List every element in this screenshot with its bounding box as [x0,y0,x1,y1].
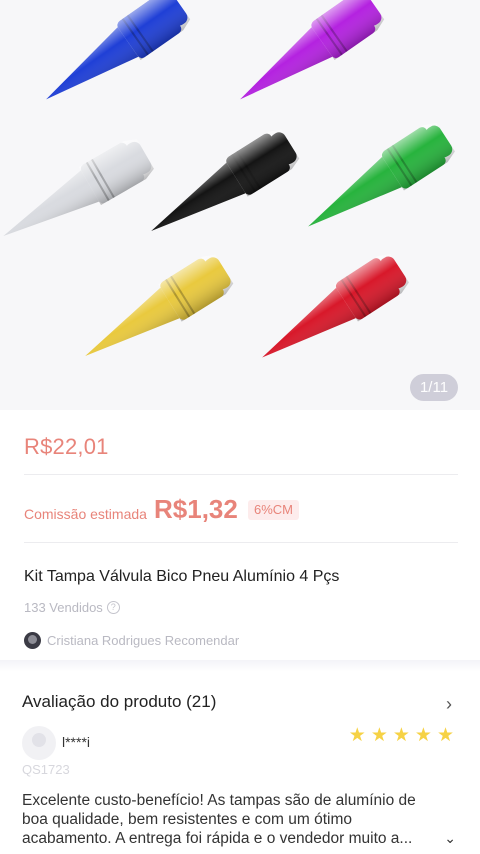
chevron-down-icon[interactable]: ⌄ [444,830,456,847]
image-pager: 1/11 [410,374,458,401]
star-icon: ★ [392,725,410,746]
reviewer-name: l****i [62,734,91,750]
divider [24,474,458,475]
review-sku: QS1723 [22,762,70,777]
review-text: Excelente custo-benefício! As tampas são… [22,792,416,847]
spike-red [262,253,409,358]
spike-purple [240,0,385,100]
recommender[interactable]: Cristiana Rodrigues Recomendar [24,632,239,649]
spike-gold [85,254,234,356]
star-icon: ★ [414,725,432,746]
recommender-text: Cristiana Rodrigues Recomendar [47,633,240,648]
product-price: R$22,01 [24,434,109,459]
review-heading[interactable]: Avaliação do produto (21) [22,692,216,712]
product-image [3,0,455,358]
question-circle-icon[interactable]: ? [106,601,120,614]
sold-count-text: 133 Vendidos [24,600,103,615]
product-title: Kit Tampa Válvula Bico Pneu Alumínio 4 P… [24,568,340,585]
divider [24,542,458,543]
recommender-avatar [24,632,41,649]
section-separator [0,660,480,672]
rating-stars: ★ ★ ★ ★ ★ [349,726,454,745]
sold-count: 133 Vendidos ? [24,600,120,615]
star-icon: ★ [348,725,366,746]
chevron-right-icon[interactable]: › [446,694,452,715]
commission-value: R$1,32 [154,494,238,524]
product-review-section: Avaliação do produto (21) › l****i ★ ★ ★… [0,672,480,854]
star-icon: ★ [370,725,388,746]
spike-blue [46,0,191,100]
commission-badge: 6%CM [248,500,300,520]
spike-black [151,129,300,231]
spike-green [308,122,455,227]
commission-label: Comissão estimada [24,506,147,522]
star-icon: ★ [436,725,454,746]
reviewer-avatar [22,726,56,760]
product-image-gallery[interactable]: 1/11 [0,0,480,410]
spike-silver [3,139,154,236]
